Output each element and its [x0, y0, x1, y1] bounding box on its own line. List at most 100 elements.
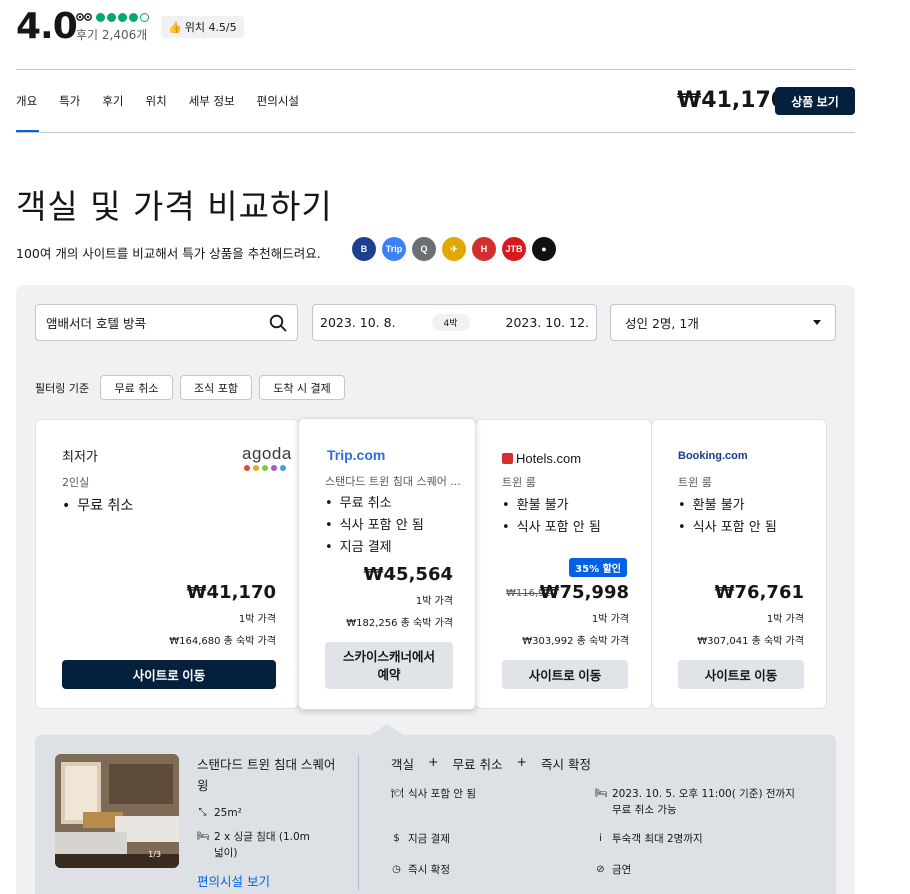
summary-room: 객실: [391, 757, 415, 772]
rating-bubble-filled: [118, 12, 127, 22]
divider: [358, 755, 359, 890]
hotelscom-logo: Hotels.com: [502, 451, 581, 466]
tab-location[interactable]: 위치: [146, 93, 167, 109]
partner-logo-icon: ✈: [442, 237, 466, 261]
tab-amenities[interactable]: 편의시설: [257, 93, 299, 109]
feature-item: 환불 불가: [502, 495, 601, 517]
detail-item-text: 금연: [612, 864, 632, 876]
guests-select[interactable]: 성인 2명, 1개: [610, 304, 836, 341]
total-price: ₩307,041 총 숙박 가격: [697, 636, 804, 647]
room-photo[interactable]: 1/3: [55, 754, 179, 868]
hotels-mark-icon: [502, 453, 513, 464]
agoda-dot: [244, 465, 250, 471]
nights-badge: 4박: [431, 314, 470, 331]
thumbs-up-icon: 👍: [168, 20, 182, 34]
person-icon: i: [599, 833, 602, 844]
agoda-logo-dots: [244, 465, 292, 471]
per-night-label: 1박 가격: [238, 614, 276, 625]
date-range-field[interactable]: 2023. 10. 8. 4박 2023. 10. 12.: [312, 304, 597, 341]
offer-price: ₩75,998: [539, 582, 629, 603]
section-subtitle: 100여 개의 사이트를 비교해서 특가 상품을 추천해드려요.: [16, 246, 321, 261]
clock-icon: ◷: [392, 864, 401, 875]
book-on-skyscanner-button[interactable]: 스카이스캐너에서 예약: [325, 642, 453, 689]
feature-list: 환불 불가 식사 포함 안 됨: [502, 495, 601, 539]
agoda-logo: agoda: [242, 444, 292, 471]
total-price: ₩303,992 총 숙박 가격: [522, 636, 629, 647]
offer-price: ₩76,761: [714, 582, 804, 603]
feature-list: 무료 취소: [62, 495, 133, 517]
feature-item: 지금 결제: [325, 537, 424, 559]
summary-instant-confirm: 즉시 확정: [540, 757, 591, 772]
room-size-value: 25m²: [214, 807, 242, 819]
rating-score: 4.0: [16, 6, 78, 47]
filter-chip-free-cancel[interactable]: 무료 취소: [100, 375, 173, 400]
search-icon[interactable]: [269, 314, 287, 332]
rating-bubble-filled: [107, 12, 116, 22]
rating-meta: 후기 2,406개: [76, 12, 149, 43]
filter-chip-pay-on-arrival[interactable]: 도착 시 결제: [259, 375, 345, 400]
per-night-label: 1박 가격: [591, 614, 629, 625]
agoda-dot: [253, 465, 259, 471]
agoda-dot: [280, 465, 286, 471]
agoda-dot: [271, 465, 277, 471]
view-deal-button[interactable]: 상품 보기: [775, 87, 855, 115]
partner-logo-icon: Trip: [382, 237, 406, 261]
offer-card-cheapest[interactable]: 최저가 agoda 2인실 무료 취소 ₩41,170 1박 가격 ₩164,6…: [35, 419, 299, 709]
per-night-label: 1박 가격: [766, 614, 804, 625]
feature-item: 무료 취소: [62, 495, 133, 517]
detail-item: ◷ 즉시 확정: [391, 862, 450, 878]
room-type: 트윈 룸: [502, 476, 536, 489]
page-title: 객실 및 가격 비교하기: [16, 187, 333, 226]
location-badge: 👍 위치 4.5/5: [161, 16, 244, 38]
partner-logo-icon: ●: [532, 237, 556, 261]
location-badge-label: 위치 4.5/5: [184, 21, 237, 34]
detail-item-text: 투숙객 최대 2명까지: [612, 833, 703, 845]
rating-row: [76, 12, 149, 22]
detail-item: 🛏 2023. 10. 5. 오후 11:00( 기준) 전까지 무료 취소 가…: [595, 786, 795, 818]
view-amenities-link[interactable]: 편의시설 보기: [197, 871, 270, 890]
feature-list: 무료 취소 식사 포함 안 됨 지금 결제: [325, 493, 424, 559]
payment-icon: $: [393, 833, 400, 844]
go-to-site-button[interactable]: 사이트로 이동: [678, 660, 804, 689]
partner-logo-icon: B: [352, 237, 376, 261]
partner-logo-icon: H: [472, 237, 496, 261]
partner-logos: B Trip Q ✈ H JTB ●: [352, 237, 556, 261]
guests-value: 성인 2명, 1개: [625, 316, 699, 331]
bookingcom-logo: Booking.com: [678, 450, 748, 462]
offer-card-tripcom[interactable]: Trip.com 스탠다드 트윈 침대 스퀘어 ... 무료 취소 식사 포함 …: [298, 418, 476, 710]
discount-badge: 35% 할인: [569, 558, 627, 577]
tab-reviews[interactable]: 후기: [102, 93, 123, 109]
tab-deals[interactable]: 특가: [59, 93, 80, 109]
divider: [16, 132, 855, 133]
cancel-policy-icon: 🛏: [595, 788, 608, 799]
section-tabs: 개요 특가 후기 위치 세부 정보 편의시설: [16, 93, 321, 109]
review-count: 후기 2,406개: [76, 28, 148, 42]
partner-logo-icon: Q: [412, 237, 436, 261]
checkout-date: 2023. 10. 12.: [505, 315, 590, 330]
filter-chip-breakfast[interactable]: 조식 포함: [180, 375, 252, 400]
detail-item-text: 2023. 10. 5. 오후 11:00( 기준) 전까지 무료 취소 가능: [612, 788, 795, 816]
detail-item: 🍽 식사 포함 안 됨: [391, 786, 476, 802]
bed-icon: 🛏: [197, 831, 210, 842]
destination-field[interactable]: 앰배서더 호텔 방콕: [35, 304, 298, 341]
feature-item: 무료 취소: [325, 493, 424, 515]
offer-card-hotelscom[interactable]: Hotels.com 트윈 룸 환불 불가 식사 포함 안 됨 35% 할인 ₩…: [475, 419, 652, 709]
tab-details[interactable]: 세부 정보: [189, 93, 235, 109]
agoda-dot: [262, 465, 268, 471]
detail-item-text: 식사 포함 안 됨: [408, 788, 476, 800]
go-to-site-button[interactable]: 사이트로 이동: [502, 660, 628, 689]
detail-item: $ 지금 결제: [391, 831, 450, 847]
feature-item: 식사 포함 안 됨: [502, 517, 601, 539]
go-to-site-button[interactable]: 사이트로 이동: [62, 660, 276, 689]
tab-overview[interactable]: 개요: [16, 93, 37, 109]
room-beds: 🛏 2 x 싱글 침대 (1.0m 넓이): [197, 829, 322, 861]
hotelscom-logo-text: Hotels.com: [516, 451, 582, 466]
offer-summary: 객실 + 무료 취소 + 즉시 확정: [391, 754, 591, 773]
divider: [16, 69, 855, 70]
feature-list: 환불 불가 식사 포함 안 됨: [678, 495, 777, 539]
room-size: ⤡ 25m²: [197, 805, 242, 821]
rating-bubbles: [96, 12, 149, 22]
no-smoking-icon: ⊘: [596, 864, 605, 875]
offer-card-bookingcom[interactable]: Booking.com 트윈 룸 환불 불가 식사 포함 안 됨 ₩76,761…: [651, 419, 827, 709]
offer-price: ₩41,170: [186, 582, 276, 603]
